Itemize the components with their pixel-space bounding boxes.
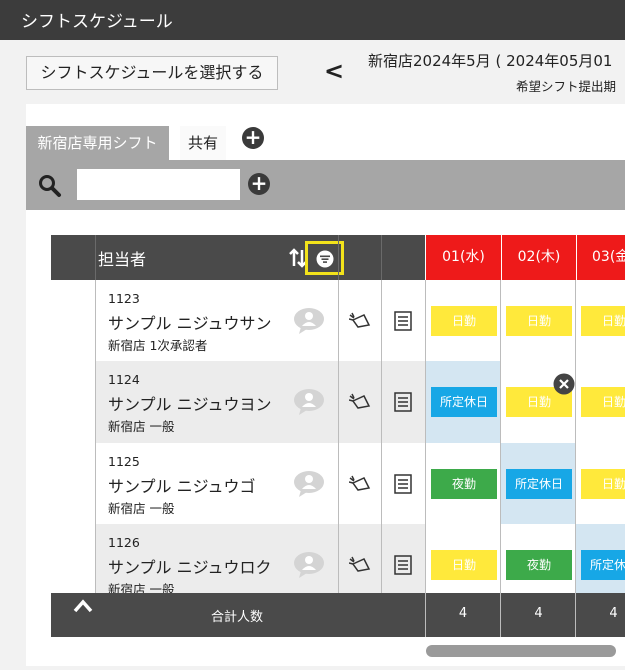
employee-name[interactable]: サンプル ニジュウサン (108, 310, 272, 334)
period-title: 新宿店2024年5月 ( 2024年05月01 (368, 52, 613, 70)
grid-line (575, 280, 576, 637)
prev-period-button[interactable]: < (324, 56, 344, 86)
shift-pill[interactable]: 所定休日 (581, 550, 625, 580)
total-count: 4 (609, 606, 618, 621)
tab-shared[interactable]: 共有 (180, 126, 226, 160)
comment-icon[interactable] (293, 388, 325, 416)
shift-pill[interactable]: 所定休日 (506, 469, 572, 499)
grid-line (500, 280, 501, 637)
header-divider (95, 235, 96, 280)
date-header-03[interactable]: 03(金 (576, 235, 625, 280)
row-gutter (51, 524, 95, 593)
add-staff-button[interactable]: + (248, 173, 270, 195)
employee-dept: 新宿店 一般 (108, 501, 175, 516)
chevron-up-icon[interactable] (72, 598, 94, 614)
shift-pill[interactable]: 夜勤 (506, 550, 572, 580)
employee-id: 1125 (108, 454, 140, 469)
shift-pill[interactable]: 日勤 (506, 306, 572, 336)
date-header-02[interactable]: 02(木) (501, 235, 576, 280)
employee-name[interactable]: サンプル ニジュウロク (108, 554, 272, 578)
employee-name[interactable]: サンプル ニジュウヨン (108, 391, 272, 415)
tab-shinjuku-shift[interactable]: 新宿店専用シフト (26, 126, 169, 160)
horizontal-scrollbar[interactable] (426, 645, 616, 657)
shift-pill[interactable]: 日勤 (431, 550, 497, 580)
shift-pill[interactable]: 日勤 (581, 469, 625, 499)
shift-pill[interactable]: 日勤 (581, 387, 625, 417)
total-count: 4 (458, 606, 468, 621)
employee-id: 1126 (108, 535, 140, 550)
remove-shift-icon[interactable] (553, 373, 575, 395)
comment-icon[interactable] (293, 307, 325, 335)
document-icon[interactable] (394, 392, 412, 412)
document-icon[interactable] (394, 311, 412, 331)
header-divider (338, 235, 339, 280)
grid-line (95, 280, 96, 593)
notify-icon[interactable] (349, 475, 371, 493)
document-icon[interactable] (394, 474, 412, 494)
shift-pill[interactable]: 日勤 (581, 306, 625, 336)
total-count-label: 合計人数 (211, 610, 264, 625)
employee-name[interactable]: サンプル ニジュウゴ (108, 473, 256, 497)
shift-pill[interactable]: 日勤 (431, 306, 497, 336)
filter-icon (316, 250, 334, 268)
submission-deadline-label: 希望シフト提出期 (516, 79, 617, 94)
employee-dept: 新宿店 1次承認者 (108, 338, 208, 353)
grid-line (338, 280, 339, 593)
shift-pill[interactable]: 所定休日 (431, 387, 497, 417)
select-schedule-button[interactable]: シフトスケジュールを選択する (26, 56, 278, 90)
grid-line (425, 280, 426, 637)
app-title: シフトスケジュール (0, 0, 625, 40)
employee-id: 1124 (108, 372, 140, 387)
add-tab-button[interactable]: + (242, 127, 264, 149)
total-count: 4 (534, 606, 543, 621)
employee-dept: 新宿店 一般 (108, 419, 175, 434)
employee-id: 1123 (108, 291, 140, 306)
row-gutter (51, 361, 95, 443)
staff-header: 担当者 (98, 250, 147, 269)
comment-icon[interactable] (293, 470, 325, 498)
document-icon[interactable] (394, 555, 412, 575)
date-header-01[interactable]: 01(水) (425, 235, 501, 280)
header-divider (381, 235, 382, 280)
notify-icon[interactable] (349, 393, 371, 411)
search-input[interactable] (77, 169, 240, 200)
grid-line (381, 280, 382, 593)
shift-pill[interactable]: 夜勤 (431, 469, 497, 499)
notify-icon[interactable] (349, 556, 371, 574)
search-icon[interactable] (38, 174, 62, 198)
notify-icon[interactable] (349, 312, 371, 330)
comment-icon[interactable] (293, 551, 325, 579)
